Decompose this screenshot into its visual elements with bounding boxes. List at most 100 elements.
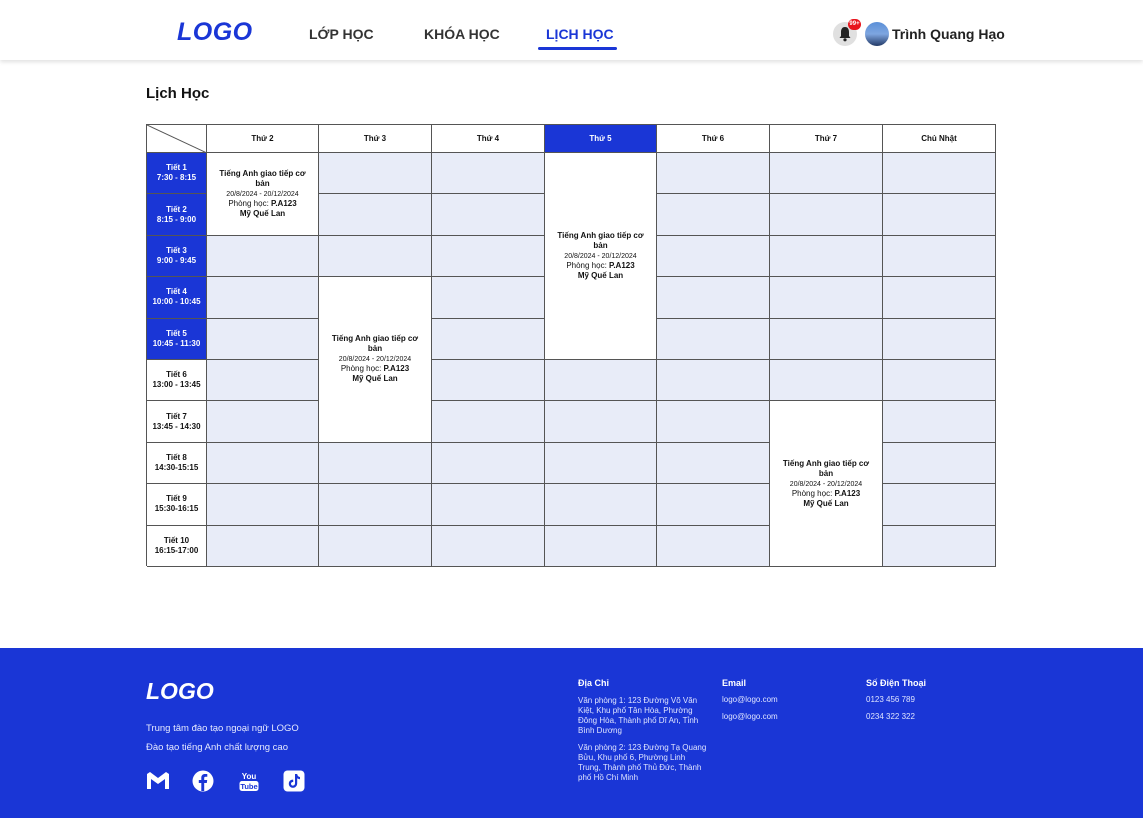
period-label: Tiết 3 9:00 - 9:45 — [147, 235, 207, 278]
nav-khoa-hoc[interactable]: KHÓA HỌC — [424, 26, 500, 42]
page-title: Lịch Học — [146, 85, 210, 102]
empty-slot[interactable] — [207, 277, 319, 319]
empty-slot[interactable] — [883, 525, 996, 567]
svg-text:You: You — [242, 772, 257, 781]
period-time: 15:30-16:15 — [154, 504, 199, 514]
empty-slot[interactable] — [657, 525, 770, 567]
empty-slot[interactable] — [319, 194, 432, 236]
period-label: Tiết 5 10:45 - 11:30 — [147, 318, 207, 360]
day-header: Thứ 4 — [432, 125, 545, 153]
empty-slot[interactable] — [545, 442, 657, 485]
empty-slot[interactable] — [657, 153, 770, 195]
empty-slot[interactable] — [207, 442, 319, 485]
empty-slot[interactable] — [207, 235, 319, 278]
empty-slot[interactable] — [207, 525, 319, 567]
empty-slot[interactable] — [319, 153, 432, 195]
empty-slot[interactable] — [883, 442, 996, 485]
period-label: Tiết 10 16:15-17:00 — [147, 525, 207, 567]
empty-slot[interactable] — [432, 401, 545, 443]
empty-slot[interactable] — [207, 401, 319, 443]
empty-slot[interactable] — [657, 360, 770, 402]
email-link[interactable]: logo@logo.com — [722, 712, 778, 722]
empty-slot[interactable] — [432, 525, 545, 567]
empty-slot[interactable] — [883, 318, 996, 360]
empty-slot[interactable] — [883, 153, 996, 195]
period-name: Tiết 9 — [166, 494, 187, 504]
empty-slot[interactable] — [432, 360, 545, 402]
empty-slot[interactable] — [319, 442, 432, 485]
youtube-icon[interactable]: You Tube — [238, 770, 260, 792]
empty-slot[interactable] — [657, 484, 770, 526]
empty-slot[interactable] — [770, 318, 883, 360]
empty-slot[interactable] — [432, 153, 545, 195]
empty-slot[interactable] — [770, 153, 883, 195]
empty-slot[interactable] — [770, 194, 883, 236]
empty-slot[interactable] — [432, 318, 545, 360]
period-label: Tiết 8 14:30-15:15 — [147, 442, 207, 485]
empty-slot[interactable] — [545, 525, 657, 567]
empty-slot[interactable] — [432, 194, 545, 236]
empty-slot[interactable] — [545, 401, 657, 443]
empty-slot[interactable] — [545, 484, 657, 526]
event-title: Tiếng Anh giao tiếp cơ bản — [219, 168, 306, 188]
email-link[interactable]: logo@logo.com — [722, 695, 778, 705]
empty-slot[interactable] — [207, 318, 319, 360]
gmail-icon[interactable] — [146, 770, 169, 792]
empty-slot[interactable] — [207, 484, 319, 526]
logo[interactable]: LOGO — [177, 18, 253, 47]
day-header: Thứ 7 — [770, 125, 883, 153]
nav-lop-hoc[interactable]: LỚP HỌC — [309, 26, 374, 42]
event-room: Phòng học: P.A123 — [566, 261, 634, 271]
empty-slot[interactable] — [657, 442, 770, 485]
event-dates: 20/8/2024 - 20/12/2024 — [564, 253, 637, 260]
facebook-icon[interactable] — [192, 770, 214, 792]
avatar[interactable] — [865, 22, 889, 46]
footer-description: Trung tâm đào tạo ngoại ngữ LOGO — [146, 723, 299, 734]
timetable-corner — [147, 125, 207, 153]
empty-slot[interactable] — [657, 277, 770, 319]
empty-slot[interactable] — [545, 360, 657, 402]
address-heading: Địa Chỉ — [578, 678, 610, 688]
period-name: Tiết 10 — [163, 535, 190, 545]
period-time: 16:15-17:00 — [154, 545, 199, 555]
empty-slot[interactable] — [319, 484, 432, 526]
class-event[interactable]: Tiếng Anh giao tiếp cơ bản 20/8/2024 - 20… — [207, 153, 319, 236]
footer-logo: LOGO — [146, 678, 214, 704]
class-event[interactable]: Tiếng Anh giao tiếp cơ bản 20/8/2024 - 20… — [770, 401, 883, 567]
empty-slot[interactable] — [319, 235, 432, 278]
empty-slot[interactable] — [657, 401, 770, 443]
tiktok-icon[interactable] — [283, 770, 305, 792]
footer: LOGO Trung tâm đào tạo ngoại ngữ LOGO Đà… — [0, 648, 1143, 818]
empty-slot[interactable] — [432, 235, 545, 278]
empty-slot[interactable] — [770, 277, 883, 319]
empty-slot[interactable] — [883, 401, 996, 443]
empty-slot[interactable] — [319, 525, 432, 567]
empty-slot[interactable] — [883, 235, 996, 278]
empty-slot[interactable] — [883, 360, 996, 402]
empty-slot[interactable] — [883, 194, 996, 236]
class-event[interactable]: Tiếng Anh giao tiếp cơ bản 20/8/2024 - 20… — [545, 153, 657, 360]
period-name: Tiết 4 — [166, 287, 187, 297]
period-time: 13:00 - 13:45 — [152, 380, 201, 390]
empty-slot[interactable] — [770, 360, 883, 402]
day-header: Thứ 5 — [545, 125, 657, 153]
nav-active-indicator — [538, 47, 617, 50]
period-time: 9:00 - 9:45 — [156, 255, 197, 265]
empty-slot[interactable] — [657, 194, 770, 236]
empty-slot[interactable] — [432, 442, 545, 485]
period-time: 8:15 - 9:00 — [156, 214, 197, 224]
class-event[interactable]: Tiếng Anh giao tiếp cơ bản 20/8/2024 - 20… — [319, 277, 432, 443]
nav-lich-hoc[interactable]: LỊCH HỌC — [546, 26, 614, 42]
empty-slot[interactable] — [432, 484, 545, 526]
empty-slot[interactable] — [883, 484, 996, 526]
period-name: Tiết 8 — [166, 452, 187, 462]
empty-slot[interactable] — [657, 318, 770, 360]
timetable: Thứ 2 Thứ 3 Thứ 4 Thứ 5 Thứ 6 Thứ 7 Chủ Nhật Ti… — [146, 124, 996, 567]
user-name[interactable]: Trình Quang Hạo — [892, 26, 1005, 42]
notification-badge: 99+ — [848, 19, 861, 30]
empty-slot[interactable] — [207, 360, 319, 402]
empty-slot[interactable] — [883, 277, 996, 319]
empty-slot[interactable] — [432, 277, 545, 319]
empty-slot[interactable] — [657, 235, 770, 278]
empty-slot[interactable] — [770, 235, 883, 278]
